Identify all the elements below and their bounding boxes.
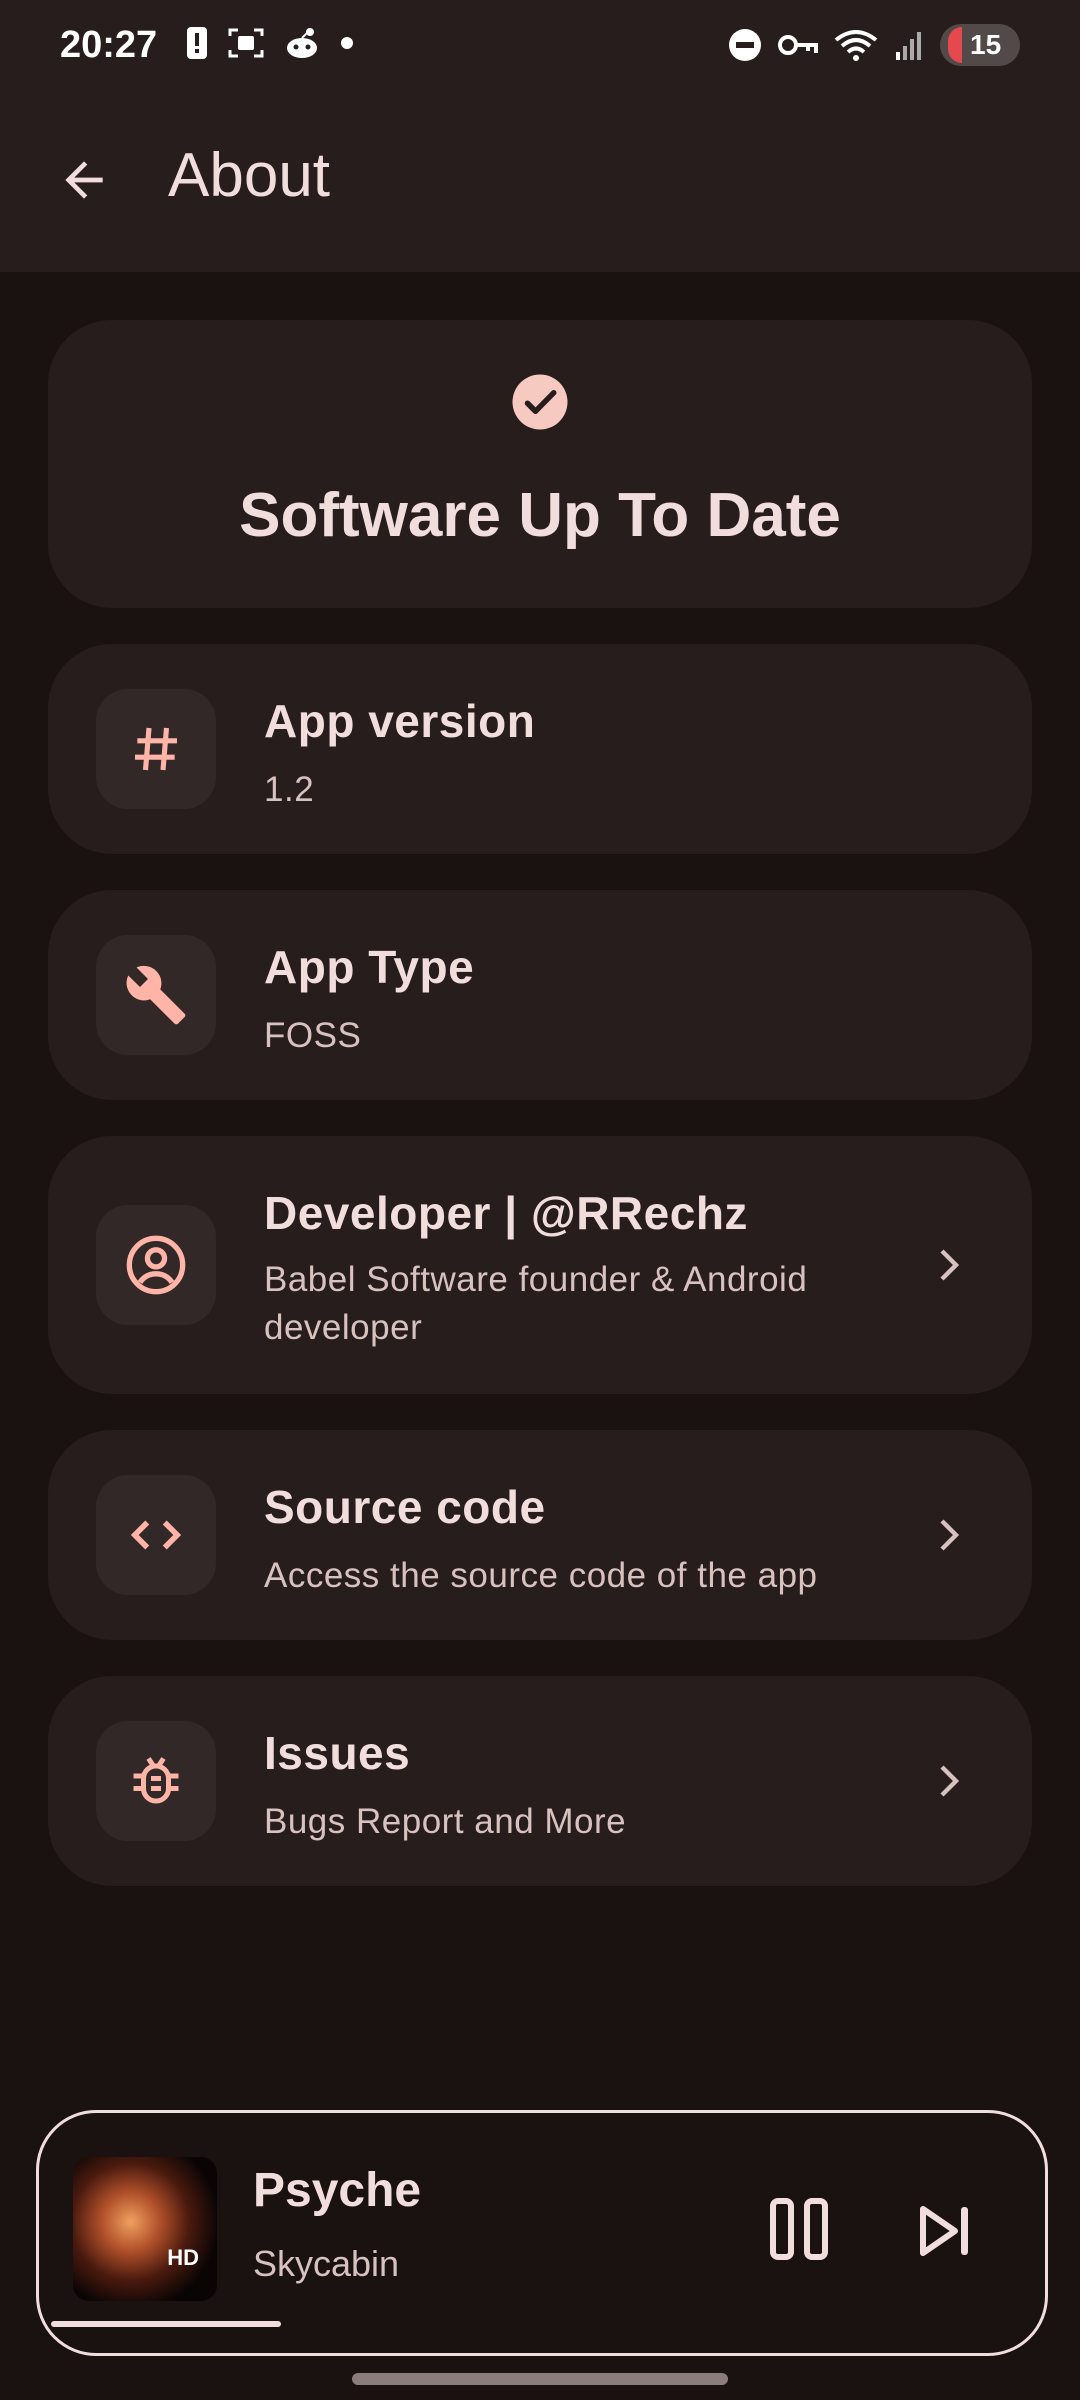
page-title: About	[168, 141, 331, 210]
account-circle-icon	[126, 1235, 186, 1295]
issues-icon-box	[96, 1721, 216, 1841]
chevron-right-icon	[940, 1765, 960, 1797]
status-bar: 20:27 15	[0, 0, 1080, 100]
battery-indicator: 15	[940, 24, 1020, 66]
update-status-card: Software Up To Date	[48, 320, 1032, 608]
issues-title: Issues	[264, 1727, 411, 1779]
chevron-right-icon	[940, 1249, 960, 1281]
source-code-title: Source code	[264, 1481, 546, 1533]
source-code-card[interactable]: Source code Access the source code of th…	[48, 1430, 1032, 1640]
app-type-card: App Type FOSS	[48, 890, 1032, 1100]
battery-level: 15	[970, 29, 1002, 60]
playback-progress[interactable]	[51, 2321, 1045, 2327]
wifi-icon	[834, 30, 878, 61]
code-icon	[130, 1520, 182, 1550]
song-title: Psyche	[253, 2164, 422, 2217]
chevron-right-icon	[940, 1519, 960, 1551]
developer-description: Babel Software founder & Android develop…	[264, 1260, 808, 1347]
source-code-description: Access the source code of the app	[264, 1556, 818, 1595]
alert-icon	[187, 27, 207, 59]
developer-icon-box	[96, 1205, 216, 1325]
wrench-icon	[126, 965, 186, 1025]
app-version-value: 1.2	[264, 770, 315, 809]
dot-icon	[341, 37, 353, 49]
developer-card[interactable]: Developer | @RRechz Babel Software found…	[48, 1136, 1032, 1394]
app-type-title: App Type	[264, 941, 475, 993]
song-artist: Skycabin	[253, 2243, 400, 2284]
vpn-key-icon	[778, 35, 818, 55]
app-type-value: FOSS	[264, 1016, 362, 1055]
check-circle-icon	[512, 374, 568, 430]
issues-card[interactable]: Issues Bugs Report and More	[48, 1676, 1032, 1886]
skip-next-button[interactable]	[917, 2203, 973, 2259]
app-version-icon-box	[96, 689, 216, 809]
mini-player[interactable]: HD Psyche Skycabin	[36, 2110, 1048, 2356]
dnd-icon	[729, 29, 761, 61]
pause-button[interactable]	[767, 2197, 831, 2261]
playback-progress-fill	[51, 2321, 281, 2327]
arrow-back-icon	[65, 161, 103, 199]
developer-title: Developer | @RRechz	[264, 1187, 748, 1239]
album-art[interactable]: HD	[73, 2157, 217, 2301]
notification-icons	[186, 26, 354, 60]
issues-description: Bugs Report and More	[264, 1802, 627, 1841]
gesture-bar[interactable]	[352, 2373, 728, 2385]
screenshot-icon	[228, 28, 264, 58]
status-time: 20:27	[60, 24, 158, 66]
hash-icon	[135, 727, 177, 771]
system-icons: 15	[728, 24, 1020, 66]
bug-icon	[133, 1757, 179, 1804]
album-hd-badge: HD	[167, 2245, 199, 2270]
back-button[interactable]	[48, 144, 120, 216]
reddit-icon	[287, 28, 317, 58]
signal-icon	[896, 32, 921, 60]
battery-low-icon	[948, 27, 962, 63]
app-version-card: App version 1.2	[48, 644, 1032, 854]
source-code-icon-box	[96, 1475, 216, 1595]
top-app-bar: About	[0, 100, 1080, 272]
app-version-title: App version	[264, 695, 536, 747]
app-type-icon-box	[96, 935, 216, 1055]
update-status-title: Software Up To Date	[239, 481, 841, 550]
